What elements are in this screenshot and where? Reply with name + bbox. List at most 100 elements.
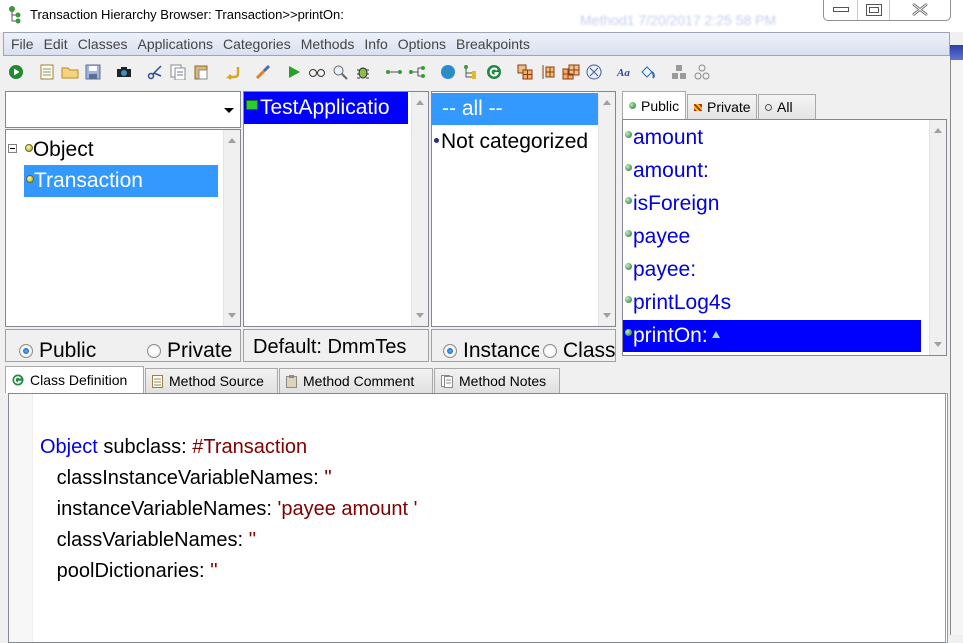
menu-classes[interactable]: Classes [78,36,128,52]
document-icon [152,374,163,388]
tab-method-comment[interactable]: Method Comment [279,368,433,393]
camera-icon[interactable] [115,63,133,81]
method-label: amount: [633,159,709,182]
method-list-item[interactable]: isForeign [623,188,921,220]
undo-icon[interactable] [223,63,241,81]
scroll-up-icon[interactable] [934,128,942,133]
menu-methods[interactable]: Methods [301,36,355,52]
method-list-item[interactable]: payee [623,221,921,253]
tab-label: All [777,99,793,115]
class-icon [24,144,33,152]
save-icon[interactable] [84,63,102,81]
close-button[interactable] [890,0,950,20]
search-icon[interactable] [331,63,349,81]
code-string: '' [210,560,218,582]
chevron-down-icon[interactable] [224,108,234,113]
tree-node-object[interactable]: Object [8,134,94,166]
menu-info[interactable]: Info [364,36,387,52]
menu-edit[interactable]: Edit [44,36,68,52]
scroll-up-icon[interactable] [228,138,236,143]
all-icon [765,103,772,111]
method-label: payee [633,225,691,248]
method-list-item[interactable]: printLog4s [623,287,921,319]
list-item-not-categorized[interactable]: Not categorized [432,126,599,158]
method-label: payee: [633,258,697,281]
instance-radio[interactable]: Instance [443,339,539,363]
radio-selected-icon [19,344,33,358]
list-item-all[interactable]: -- all -- [432,93,599,125]
scroll-down-icon[interactable] [416,313,424,318]
list-item-application[interactable]: TestApplicatio [244,92,408,124]
tab-method-notes[interactable]: Method Notes [434,368,560,393]
code-string: '' [248,529,257,551]
shapes-outline-icon[interactable] [693,63,711,81]
class-icon[interactable] [516,63,534,81]
public-radio[interactable]: Public [19,339,96,363]
collapse-icon[interactable] [8,144,17,153]
tree-node-transaction[interactable]: Transaction [24,165,218,197]
compass-icon[interactable] [585,63,603,81]
font-icon[interactable]: Aa [616,63,634,81]
editor-tabs: Class Definition Method Source Method Co… [5,366,945,393]
code-keyword: instanceVariableNames: [40,498,278,520]
tab-label: Private [707,99,751,115]
tab-all[interactable]: All [758,94,816,119]
open-icon[interactable] [61,63,79,81]
tab-label: Public [641,97,680,114]
method-list-item[interactable]: printOn: [623,320,921,352]
inspect-icon[interactable] [254,63,272,81]
glasses-icon[interactable] [308,63,326,81]
list-item-label: -- all -- [442,97,503,120]
scroll-down-icon[interactable] [603,313,611,318]
tab-private[interactable]: Private [687,94,757,119]
maximize-button[interactable] [858,0,890,20]
debug-icon[interactable] [354,63,372,81]
hierarchy-icon[interactable] [408,63,426,81]
run-icon[interactable] [7,63,25,81]
menu-applications[interactable]: Applications [137,36,213,52]
refresh-icon[interactable] [485,63,503,81]
new-icon[interactable] [38,63,56,81]
graph-icon[interactable] [385,63,403,81]
method-label: amount [633,126,704,149]
tree-icon[interactable] [462,63,480,81]
method-list-item[interactable]: payee: [623,254,921,286]
paste-icon[interactable] [192,63,210,81]
method-list-item[interactable]: amount: [623,155,921,187]
menu-breakpoints[interactable]: Breakpoints [456,36,530,52]
grid-icon[interactable] [562,63,580,81]
layout-icon[interactable] [539,63,557,81]
menu-file[interactable]: File [11,36,34,52]
applications-list: TestApplicatio [243,91,429,327]
method-list-item[interactable]: amount [623,122,921,154]
title-bar: Transaction Hierarchy Browser: Transacti… [0,0,963,32]
applications-scrollbar[interactable] [411,92,428,326]
paint-icon[interactable] [639,63,657,81]
scroll-down-icon[interactable] [228,313,236,318]
tab-method-source[interactable]: Method Source [145,368,278,393]
cut-icon[interactable] [146,63,164,81]
menu-categories[interactable]: Categories [223,36,291,52]
code-text[interactable]: Object subclass: #Transaction classInsta… [40,432,417,587]
play-icon[interactable] [285,63,303,81]
minimize-button[interactable] [824,0,858,20]
class-radio[interactable]: Class [543,339,616,363]
tab-public[interactable]: Public [622,91,686,119]
tab-class-definition[interactable]: Class Definition [5,366,144,393]
code-editor[interactable]: Object subclass: #Transaction classInsta… [8,393,948,643]
copy-icon[interactable] [169,63,187,81]
private-radio[interactable]: Private [147,339,232,363]
class-filter-combo[interactable] [5,91,241,128]
scroll-up-icon[interactable] [603,100,611,105]
shapes-icon[interactable] [670,63,688,81]
menu-options[interactable]: Options [398,36,446,52]
categories-scrollbar[interactable] [598,92,615,326]
radio-unselected-icon [147,344,161,358]
methods-scrollbar[interactable] [929,120,946,355]
radio-label: Private [167,339,233,362]
globe-icon[interactable] [439,63,457,81]
window-right-edge [950,60,963,635]
scroll-down-icon[interactable] [934,342,942,347]
class-tree-scrollbar[interactable] [223,130,240,326]
scroll-up-icon[interactable] [416,100,424,105]
